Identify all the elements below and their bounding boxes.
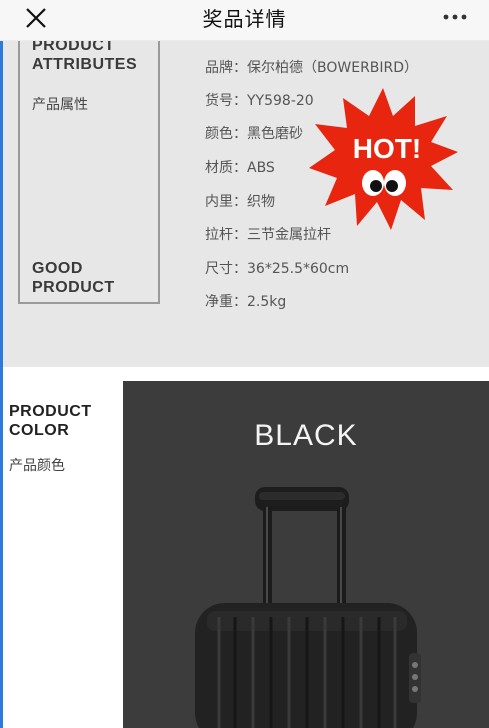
good-product-label: GOOD PRODUCT bbox=[32, 260, 115, 296]
attributes-heading-en: PRODUCT ATTRIBUTES bbox=[32, 40, 138, 73]
product-color-section: PRODUCT COLOR 产品颜色 BLACK bbox=[0, 367, 489, 728]
spec-color: 颜色：黑色磨砂 bbox=[205, 126, 303, 142]
spec-size: 尺寸：36*25.5*60cm bbox=[205, 261, 350, 277]
top-nav-bar: 奖品详情 bbox=[0, 0, 489, 41]
color-heading-en: PRODUCT COLOR bbox=[9, 403, 92, 439]
left-accent-bar bbox=[0, 40, 3, 728]
spec-weight: 净重：2.5kg bbox=[205, 294, 287, 310]
color-variant-label: BLACK bbox=[254, 419, 358, 452]
spec-brand: 品牌：保尔柏德（BOWERBIRD） bbox=[205, 60, 419, 76]
spec-lining: 内里：织物 bbox=[205, 194, 275, 210]
spec-material: 材质：ABS bbox=[205, 160, 275, 176]
attributes-heading-cn: 产品属性 bbox=[32, 97, 88, 113]
color-heading-cn: 产品颜色 bbox=[9, 458, 65, 474]
more-icon[interactable] bbox=[441, 6, 469, 28]
hot-badge-text: HOT! bbox=[353, 133, 421, 164]
hot-badge: HOT! bbox=[309, 88, 458, 230]
product-photo: BLACK bbox=[123, 381, 489, 728]
page-title: 奖品详情 bbox=[202, 7, 287, 31]
spec-model: 货号：YY598-20 bbox=[205, 93, 314, 109]
